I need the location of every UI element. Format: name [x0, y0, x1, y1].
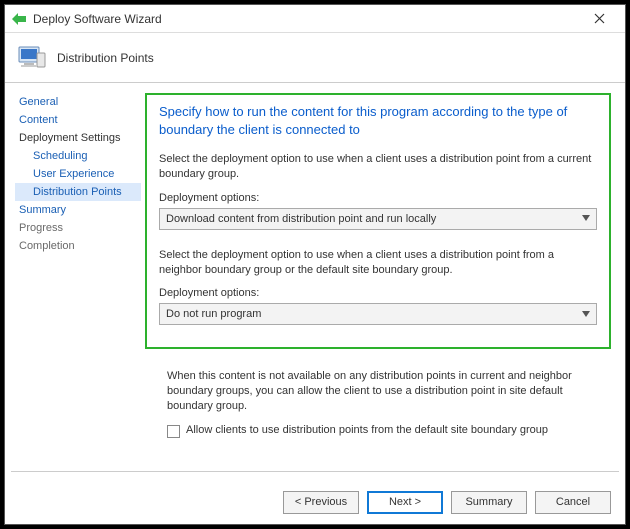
previous-button[interactable]: < Previous	[283, 491, 359, 514]
sidebar-item-deployment-settings[interactable]: Deployment Settings	[15, 129, 141, 147]
sidebar: General Content Deployment Settings Sche…	[5, 83, 145, 463]
highlighted-section: Specify how to run the content for this …	[145, 93, 611, 349]
computer-icon	[15, 41, 49, 75]
app-icon	[11, 11, 27, 27]
section1-label: Deployment options:	[159, 192, 597, 204]
sidebar-item-progress[interactable]: Progress	[15, 219, 141, 237]
summary-button[interactable]: Summary	[451, 491, 527, 514]
allow-default-boundary-checkbox[interactable]	[167, 425, 180, 438]
footer-section: When this content is not available on an…	[145, 349, 611, 438]
allow-default-boundary-label: Allow clients to use distribution points…	[186, 424, 548, 436]
wizard-window: Deploy Software Wizard Distribution Poin…	[4, 4, 626, 525]
button-divider	[11, 471, 619, 472]
sidebar-item-completion[interactable]: Completion	[15, 237, 141, 255]
deployment-options-2-value: Do not run program	[166, 308, 261, 320]
sidebar-item-summary[interactable]: Summary	[15, 201, 141, 219]
button-row: < Previous Next > Summary Cancel	[5, 480, 625, 524]
section1-description: Select the deployment option to use when…	[159, 152, 597, 182]
sidebar-item-content[interactable]: Content	[15, 111, 141, 129]
deployment-options-1-select[interactable]: Download content from distribution point…	[159, 208, 597, 230]
titlebar: Deploy Software Wizard	[5, 5, 625, 33]
main-panel: Specify how to run the content for this …	[145, 83, 625, 463]
page-title: Distribution Points	[57, 51, 154, 65]
sidebar-item-general[interactable]: General	[15, 93, 141, 111]
sidebar-item-distribution-points[interactable]: Distribution Points	[15, 183, 141, 201]
window-title: Deploy Software Wizard	[33, 12, 579, 26]
section2-label: Deployment options:	[159, 287, 597, 299]
next-button[interactable]: Next >	[367, 491, 443, 514]
sidebar-item-user-experience[interactable]: User Experience	[15, 165, 141, 183]
deployment-options-2-select[interactable]: Do not run program	[159, 303, 597, 325]
cancel-button[interactable]: Cancel	[535, 491, 611, 514]
wizard-body: General Content Deployment Settings Sche…	[5, 83, 625, 463]
instruction-heading: Specify how to run the content for this …	[159, 103, 597, 138]
sidebar-item-scheduling[interactable]: Scheduling	[15, 147, 141, 165]
chevron-down-icon	[582, 309, 590, 320]
deployment-options-1-value: Download content from distribution point…	[166, 213, 436, 225]
chevron-down-icon	[582, 213, 590, 224]
section2-description: Select the deployment option to use when…	[159, 248, 597, 278]
header-band: Distribution Points	[5, 33, 625, 83]
footer-description: When this content is not available on an…	[167, 369, 599, 414]
close-button[interactable]	[579, 5, 619, 32]
allow-default-boundary-row: Allow clients to use distribution points…	[167, 424, 599, 438]
